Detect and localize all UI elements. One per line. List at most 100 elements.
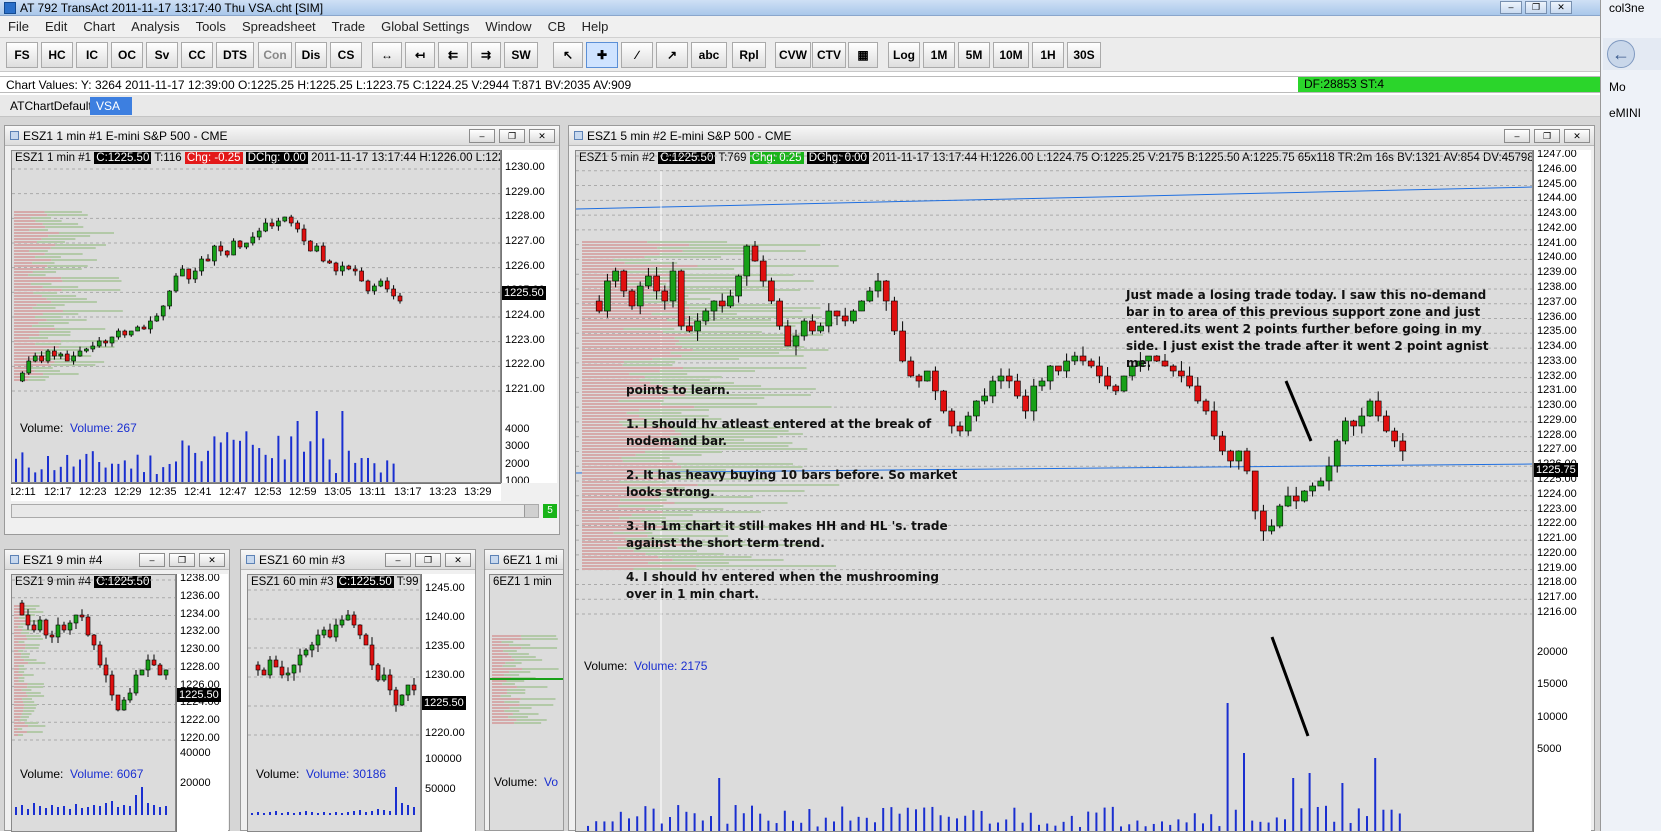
cursor-icon[interactable]: ↖ xyxy=(553,42,583,68)
close-icon[interactable]: ✕ xyxy=(199,553,225,567)
sv-button[interactable]: Sv xyxy=(146,42,178,68)
abc-text-button[interactable]: abc xyxy=(691,42,727,68)
restore-icon[interactable]: ❐ xyxy=(1525,1,1547,14)
chart-window-6ez1[interactable]: 6EZ1 1 mi 6EZ1 1 min Volume: Vo xyxy=(484,549,564,831)
split-left-icon[interactable]: ⇇ xyxy=(438,42,468,68)
rpl-button[interactable]: Rpl xyxy=(732,42,766,68)
price-axis[interactable]: 1245.001240.001235.001230.001225.001220.… xyxy=(421,574,475,832)
expand-horizontal-icon[interactable]: ↔ xyxy=(372,42,402,68)
sw-button[interactable]: SW xyxy=(504,42,538,68)
restore-icon[interactable]: ❐ xyxy=(499,129,525,143)
price-plot[interactable]: 6EZ1 1 min Volume: Vo xyxy=(489,574,563,830)
tab-vsa[interactable]: VSA xyxy=(90,97,132,115)
close-icon[interactable]: ✕ xyxy=(1550,1,1572,14)
menu-tools[interactable]: Tools xyxy=(188,19,234,34)
minimize-icon[interactable]: – xyxy=(469,129,495,143)
profile-bar-buy xyxy=(22,674,34,676)
chart-window-5min[interactable]: ESZ1 5 min #2 E-mini S&P 500 - CME – ❐ ✕… xyxy=(568,125,1595,832)
menu-window[interactable]: Window xyxy=(477,19,539,34)
price-axis[interactable]: 1230.00 1229.00 1228.00 1227.00 1226.00 1225.… xyxy=(501,150,557,483)
trendline-icon[interactable]: ∕ xyxy=(621,42,653,68)
crosshair-icon[interactable]: ✚ xyxy=(586,42,618,68)
candle xyxy=(157,664,163,676)
profile-bar-buy xyxy=(683,367,807,369)
price-plot[interactable]: ESZ1 9 min #4 C:1225.50 Volume: Volume: … xyxy=(11,574,176,832)
cs-button[interactable]: CS xyxy=(330,42,362,68)
side-panel-item[interactable]: Mo xyxy=(1609,80,1626,94)
candle xyxy=(61,624,67,631)
menu-spreadsheet[interactable]: Spreadsheet xyxy=(234,19,324,34)
time-axis[interactable]: 12:11 12:17 12:23 12:29 12:35 12:41 12:47 12:53… xyxy=(11,483,501,501)
horizontal-scrollbar[interactable] xyxy=(11,504,539,518)
time-tick: 13:17 xyxy=(394,486,422,498)
chart-window-1min[interactable]: ESZ1 1 min #1 E-mini S&P 500 - CME – ❐ ✕… xyxy=(4,125,560,535)
minimize-icon[interactable]: – xyxy=(139,553,165,567)
cvw-button[interactable]: CVW xyxy=(775,42,811,68)
close-icon[interactable]: ✕ xyxy=(1564,129,1590,143)
candle xyxy=(139,669,145,676)
menu-file[interactable]: File xyxy=(0,19,37,34)
ctv-button[interactable]: CTV xyxy=(812,42,846,68)
side-panel-tab[interactable]: col3ne xyxy=(1609,1,1644,15)
log-button[interactable]: Log xyxy=(888,42,920,68)
minimize-icon[interactable]: – xyxy=(1504,129,1530,143)
restore-icon[interactable]: ❐ xyxy=(415,553,441,567)
tab-atchartdefault[interactable]: ATChartDefault xyxy=(4,97,98,115)
split-right-icon[interactable]: ⇉ xyxy=(471,42,501,68)
5m-button[interactable]: 5M xyxy=(958,42,990,68)
candle xyxy=(250,236,256,244)
dts-button[interactable]: DTS xyxy=(216,42,254,68)
price-tick: 1228.00 xyxy=(505,210,545,223)
minimize-icon[interactable]: – xyxy=(385,553,411,567)
menu-trade[interactable]: Trade xyxy=(324,19,373,34)
back-arrow-icon[interactable]: ← xyxy=(1607,40,1635,68)
side-panel-item[interactable]: eMINI xyxy=(1609,106,1641,120)
compress-horizontal-icon[interactable]: ↤ xyxy=(405,42,435,68)
chart-window-controls: – ❐ ✕ xyxy=(385,553,471,567)
profile-bar-buy xyxy=(47,265,88,267)
restore-icon[interactable]: ❐ xyxy=(169,553,195,567)
volume-label: Volume: Vo xyxy=(494,775,558,789)
10m-button[interactable]: 10M xyxy=(993,42,1029,68)
menu-edit[interactable]: Edit xyxy=(37,19,75,34)
close-icon[interactable]: ✕ xyxy=(445,553,471,567)
menu-analysis[interactable]: Analysis xyxy=(123,19,187,34)
minimize-icon[interactable]: – xyxy=(1500,1,1522,14)
close-icon[interactable]: ✕ xyxy=(529,129,555,143)
con-button[interactable]: Con xyxy=(258,42,292,68)
1h-button[interactable]: 1H xyxy=(1032,42,1064,68)
candle xyxy=(309,644,315,651)
menu-global-settings[interactable]: Global Settings xyxy=(373,19,477,34)
hc-button[interactable]: HC xyxy=(41,42,73,68)
profile-bar-buy xyxy=(506,680,525,682)
profile-bar-sell xyxy=(14,677,19,679)
price-tick: 1242.00 xyxy=(1537,221,1577,234)
price-axis[interactable]: 1247.00 1246.00 1245.00 1244.00 1243.00 1242.… xyxy=(1533,150,1591,832)
fs-button[interactable]: FS xyxy=(6,42,38,68)
menu-help[interactable]: Help xyxy=(574,19,617,34)
price-axis[interactable]: 1238.00 1236.00 1234.00 1232.00 1230.00 1228.… xyxy=(176,574,228,832)
ray-icon[interactable]: ↗ xyxy=(656,42,688,68)
candle xyxy=(267,659,273,676)
volume-tick: 40000 xyxy=(180,747,211,759)
30s-button[interactable]: 30S xyxy=(1067,42,1101,68)
1m-button[interactable]: 1M xyxy=(923,42,955,68)
candle xyxy=(237,240,243,248)
ic-button[interactable]: IC xyxy=(76,42,108,68)
price-plot[interactable]: ESZ1 5 min #2 C:1225.50 T:769 Chg: 0.25 … xyxy=(575,150,1533,832)
chart-window-9min[interactable]: ESZ1 9 min #4 – ❐ ✕ ESZ1 9 min #4 C:1225… xyxy=(4,549,230,832)
restore-icon[interactable]: ❐ xyxy=(1534,129,1560,143)
price-plot[interactable]: ESZ1 60 min #3 C:1225.50 T:99 Volume: Vo… xyxy=(247,574,421,832)
candle xyxy=(339,619,345,626)
profile-bar-buy xyxy=(32,307,56,309)
grid-table-icon[interactable]: ▦ xyxy=(848,42,878,68)
dis-button[interactable]: Dis xyxy=(295,42,327,68)
oc-button[interactable]: OC xyxy=(111,42,143,68)
profile-bar-sell xyxy=(14,256,36,258)
chart-window-60min[interactable]: ESZ1 60 min #3 – ❐ ✕ ESZ1 60 min #3 C:12… xyxy=(240,549,476,832)
menu-cb[interactable]: CB xyxy=(540,19,574,34)
price-plot[interactable]: ESZ1 1 min #1 C:1225.50 T:116 Chg: -0.25… xyxy=(11,150,501,483)
menu-chart[interactable]: Chart xyxy=(75,19,123,34)
cc-button[interactable]: CC xyxy=(181,42,213,68)
scroll-thumb[interactable] xyxy=(524,505,538,517)
